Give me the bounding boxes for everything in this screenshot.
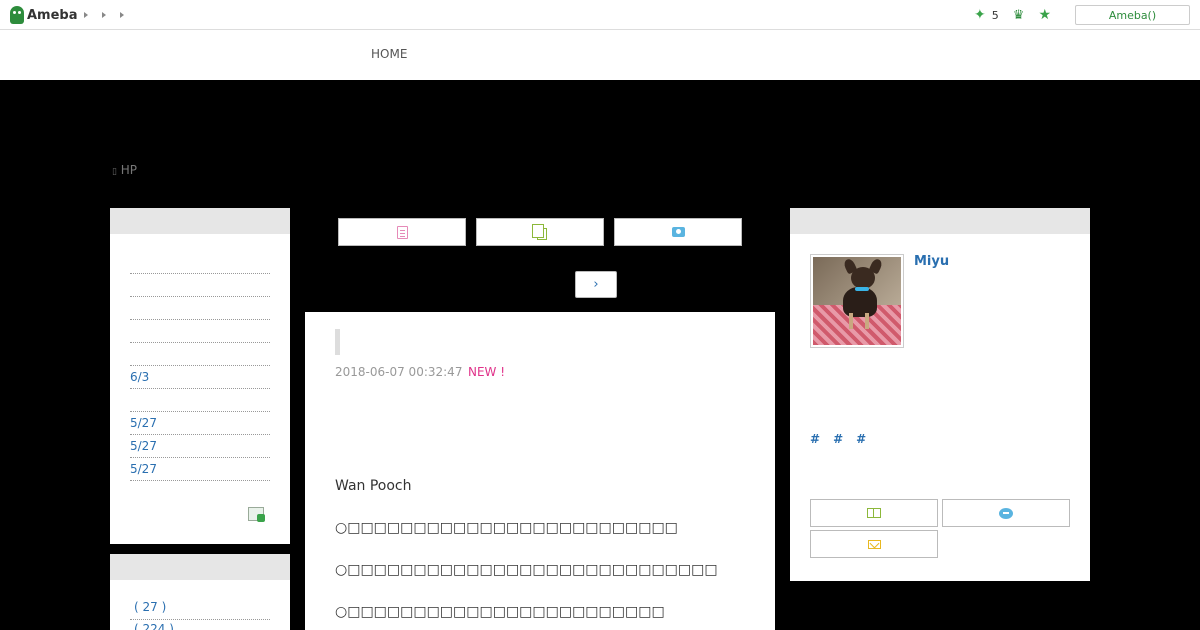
recent-entry[interactable]	[130, 320, 270, 343]
hashtag-link[interactable]: #	[833, 432, 843, 446]
recent-entry[interactable]	[130, 251, 270, 274]
nav-home-link[interactable]: HOME	[371, 47, 407, 61]
article-text-line: ○□□□□□□□□□□□□□□□□□□□□□□□□	[335, 604, 665, 620]
theme-item[interactable]: ( 27 )	[130, 599, 270, 620]
mail-icon	[867, 539, 881, 549]
sparkle-icon: ✦	[974, 7, 986, 23]
profile-name-link[interactable]: Miyu	[914, 254, 949, 269]
blog-hp-link[interactable]: ▯ HP	[112, 163, 137, 177]
tab-photos[interactable]	[614, 218, 742, 246]
mail-button[interactable]	[810, 530, 938, 558]
blog-nav: HOME	[0, 30, 1200, 80]
ameba-login-button[interactable]: Ameba()	[1075, 5, 1190, 25]
theme-item[interactable]: ( 224 )	[130, 620, 270, 630]
profile-hashtags: # # #	[810, 432, 866, 446]
hp-link-text: HP	[120, 163, 138, 177]
dog-photo	[813, 257, 901, 345]
chevron-right-icon: ›	[593, 277, 599, 292]
recent-entry[interactable]	[130, 389, 270, 412]
camera-icon	[671, 227, 685, 237]
sidebar-box-header	[790, 208, 1090, 234]
article-text-line: Wan Pooch	[335, 478, 412, 494]
recent-entry[interactable]	[130, 274, 270, 297]
recent-entry[interactable]	[130, 343, 270, 366]
recent-entry[interactable]: 5/27	[130, 435, 270, 458]
menu-arrow-icon[interactable]	[120, 12, 124, 18]
title-accent-bar	[335, 329, 340, 355]
article-text-line: ○□□□□□□□□□□□□□□□□□□□□□□□□□	[335, 520, 678, 536]
recent-entry[interactable]: 5/27	[130, 458, 270, 481]
hashtag-link[interactable]: #	[810, 432, 820, 446]
header-right: ✦ 5 ♛ ★ Ameba()	[974, 0, 1200, 30]
book-icon	[867, 508, 881, 518]
global-header: Ameba ✦ 5 ♛ ★ Ameba()	[0, 0, 1200, 30]
menu-arrow-icon[interactable]	[84, 12, 88, 18]
article-text-line: ○□□□□□□□□□□□□□□□□□□□□□□□□□□□□	[335, 562, 718, 578]
article-date: 2018-06-07 00:32:47	[335, 365, 463, 379]
points-indicator[interactable]: ✦ 5	[974, 7, 999, 23]
recent-entry[interactable]: 5/27	[130, 412, 270, 435]
menu-arrow-icon[interactable]	[102, 12, 106, 18]
crown-icon: ♛	[1012, 7, 1025, 23]
profile-photo[interactable]	[810, 254, 904, 348]
recent-entry[interactable]: 6/3	[130, 366, 270, 389]
message-button[interactable]	[942, 499, 1070, 527]
next-page-button[interactable]: ›	[575, 271, 617, 298]
sidebar-box-header	[110, 208, 290, 234]
tab-list[interactable]	[476, 218, 604, 246]
ameba-logo[interactable]: Ameba	[10, 5, 78, 25]
document-icon	[396, 225, 408, 239]
recent-entry[interactable]	[130, 297, 270, 320]
tab-entries[interactable]	[338, 218, 466, 246]
logo-text: Ameba	[27, 7, 78, 23]
chat-bubble-icon	[999, 507, 1013, 519]
reader-button[interactable]	[810, 499, 938, 527]
rss-feed-icon[interactable]	[248, 507, 265, 522]
points-count: 5	[991, 8, 999, 22]
copy-icon	[532, 223, 547, 240]
ameba-mascot-icon	[10, 6, 24, 24]
article-card: 2018-06-07 00:32:47 NEW ! Wan Pooch ○□□□…	[305, 312, 775, 630]
hashtag-link[interactable]: #	[856, 432, 866, 446]
star-icon: ★	[1038, 7, 1051, 23]
favorites-link[interactable]: ★	[1038, 7, 1051, 23]
sidebar-box-header	[110, 554, 290, 580]
header-menu	[84, 10, 124, 18]
ranking-link[interactable]: ♛	[1013, 8, 1025, 23]
link-icon: ▯	[112, 167, 117, 177]
new-badge: NEW !	[468, 365, 506, 379]
